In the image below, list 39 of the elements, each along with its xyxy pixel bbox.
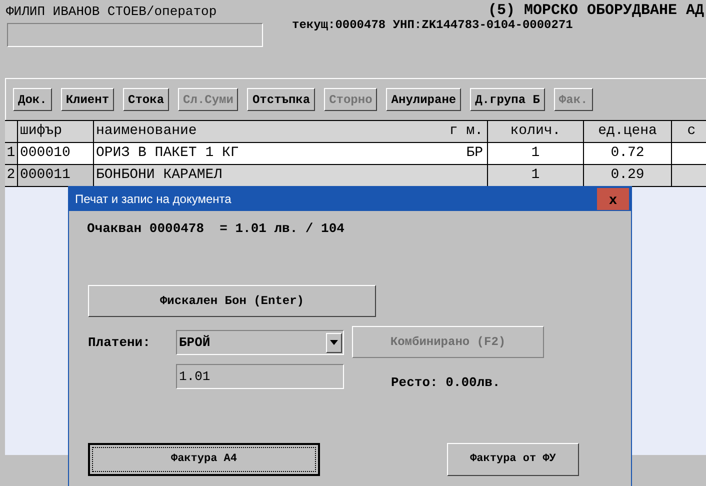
fiscal-receipt-button[interactable]: Фискален Бон (Enter) [88,285,376,317]
row-number: 1 [6,144,16,163]
table-cell-text: 1 [531,166,540,185]
company-name: (5) МОРСКО ОБОРУДВАНЕ АД [488,1,704,20]
toolbar-button[interactable]: Док. [13,88,52,111]
input-field[interactable] [7,23,263,47]
row-number: 2 [6,166,16,185]
paid-label: Платени: [88,334,150,352]
table-cell-text: 0.72 [610,144,644,163]
amount-field[interactable]: 1.01 [176,364,344,389]
dialog-title: Печат и запис на документа [75,191,232,208]
table-cell-text: 0.29 [610,166,644,185]
table-cell-text: ОРИЗ В ПАКЕТ 1 КГ [96,144,239,163]
toolbar-button[interactable]: Отстъпка [247,88,316,111]
toolbar-button[interactable]: Д.група Б [470,88,545,111]
table-row[interactable]: 1 000010 ОРИЗ В ПАКЕТ 1 КГ БР 1 0.72 [5,143,706,165]
column-header: ед.цена [598,122,657,141]
column-header: с [687,122,696,141]
fiscal-invoice-button[interactable]: Фактура от ФУ [447,443,579,476]
operator-name: ФИЛИП ИВАНОВ СТОЕВ/оператор [6,3,217,21]
payment-method-dropdown[interactable]: БРОЙ [176,330,344,355]
column-header: шифър [20,122,62,141]
document-info: текущ:0000478 УНП:ZK144783-0104-0000271 [292,18,573,34]
table-cell-text: 1 [531,144,540,163]
expected-amount: Очакван 0000478 = 1.01 лв. / 104 [87,220,344,238]
close-button[interactable]: x [597,188,629,210]
column-header: г м. [449,122,483,141]
table-cell-text: 000010 [20,144,70,163]
toolbar-button[interactable]: Клиент [60,88,114,111]
column-header: наименование [96,122,197,141]
column-header: колич. [510,122,561,141]
toolbar-button[interactable]: Стока [123,88,170,111]
change-amount: Ресто: 0.00лв. [391,374,500,392]
toolbar-button[interactable]: Анулиране [386,88,462,111]
table-cell-text: БОНБОНИ КАРАМЕЛ [96,166,222,185]
invoice-a4-button[interactable]: Фактура А4 [88,443,320,476]
table-row[interactable]: 2 000011 БОНБОНИ КАРАМЕЛ 1 0.29 [5,165,706,187]
table-cell-text: 000011 [20,166,70,185]
table-cell-text: БР [466,144,483,163]
